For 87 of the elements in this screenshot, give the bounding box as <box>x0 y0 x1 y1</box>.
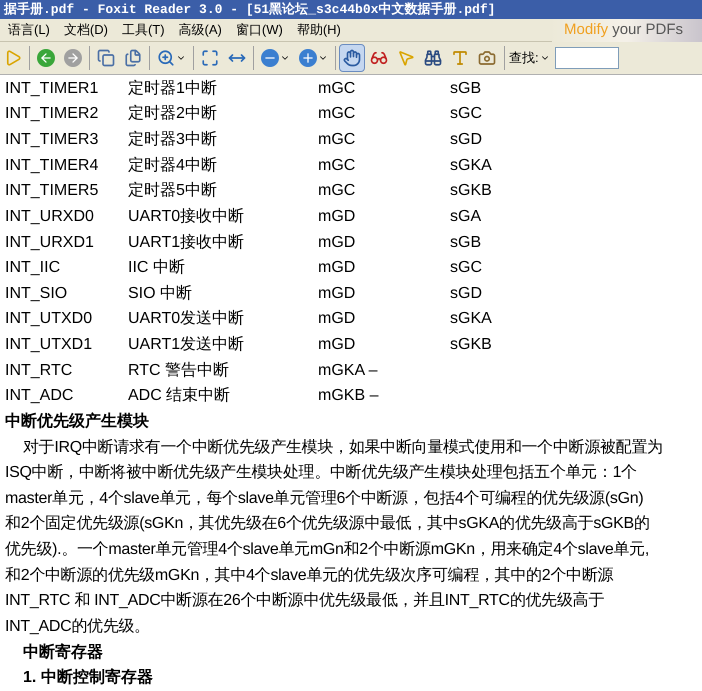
table-cell-text: sGD <box>450 284 483 304</box>
menu-item[interactable]: 窗口(W) <box>236 20 283 40</box>
table-cell-text: sGD <box>450 130 483 150</box>
banner-text: your PDFs <box>612 20 684 40</box>
zoom-in-icon <box>299 49 317 67</box>
table-cell-text: 定时器2中断 <box>128 104 218 124</box>
table-cell-text: sGA <box>450 206 482 227</box>
table-cell-text: SIO 中断 <box>128 284 194 304</box>
table-cell-text: sGB <box>450 78 482 99</box>
menu-item[interactable]: 帮助(H) <box>296 20 341 40</box>
camera-icon <box>478 49 496 67</box>
paragraph-line: master单元，4个slave单元，每个slave单元管理6个中断源，包括4个可编程的优先级源(sGn) <box>5 488 644 509</box>
table-cell-text: 定时器5中断 <box>128 180 218 202</box>
zoom-out-icon <box>261 49 279 67</box>
pages-icon <box>124 49 142 67</box>
table-cell-text: UART0接收中断 <box>128 206 246 227</box>
menu-item[interactable]: 工具(T) <box>122 20 165 40</box>
binoculars-icon <box>424 49 442 67</box>
paragraph-line: ISQ中断，中断将被中断优先级产生模块处理。中断优先级产生模块处理包括五个单元：1个 <box>5 462 638 484</box>
pages-icon <box>97 49 115 67</box>
text-cursor-icon <box>451 49 469 67</box>
table-cell-text: INT_IIC <box>5 258 62 278</box>
table-cell-text: INT_SIO <box>5 284 68 304</box>
paragraph-line: 对于IRQ中断请求有一个中断优先级产生模块，如果中断向量模式使用和一个中断源被配置为 <box>22 438 664 458</box>
magnifier-icon <box>157 49 175 67</box>
table-cell-text: 定时器1中断 <box>128 78 218 99</box>
paragraph-line: 和2个中断源的优先级mGKn，其中4个slave单元的优先级次序可编程，其中的2个中断源 <box>5 566 614 586</box>
table-cell-text: INT_TIMER5 <box>5 181 100 202</box>
glasses-icon <box>370 49 388 67</box>
table-cell-text: INT_TIMER4 <box>5 156 100 176</box>
table-cell-text: ADC 结束中断 <box>128 386 232 406</box>
table-cell-text: UART1接收中断 <box>128 232 246 253</box>
table-cell-text: INT_URXD0 <box>5 206 95 227</box>
table-cell-text: mGC <box>318 104 356 124</box>
table-cell-text: UART0发送中断 <box>128 308 246 330</box>
table-cell-text: sGC <box>450 258 483 278</box>
table-cell-text: mGD <box>318 258 356 278</box>
table-cell-text: IIC 中断 <box>128 258 186 278</box>
table-cell-text: mGC <box>318 78 356 99</box>
menu-item[interactable]: 文档(D) <box>64 20 108 40</box>
window-title: 据手册.pdf - Foxit Reader 3.0 - [51黑论坛_s3c44b0x中文数据手册.pdf] <box>4 0 496 19</box>
hand-icon <box>343 49 361 67</box>
table-cell-text: INT_TIMER2 <box>5 104 100 124</box>
table-cell-text: mGD <box>318 309 356 330</box>
table-cell-text: sGKB <box>450 335 493 356</box>
toolbar-button[interactable] <box>339 44 365 72</box>
table-cell-text: mGKA – <box>318 360 379 381</box>
fit-page-icon <box>201 49 219 67</box>
banner-highlight: Modify <box>564 20 608 40</box>
table-cell-text: INT_UTXD0 <box>5 309 94 330</box>
subheading: 1. 中断控制寄存器 <box>22 667 154 688</box>
table-cell-text: UART1发送中断 <box>128 334 246 356</box>
table-cell-text: INT_TIMER1 <box>5 78 100 99</box>
table-cell-text: RTC 警告中断 <box>128 360 230 381</box>
table-cell-text: INT_UTXD1 <box>5 335 94 356</box>
menu-item[interactable]: 高级(A) <box>178 20 222 40</box>
table-cell-text: mGC <box>318 156 356 176</box>
pointer-icon <box>397 49 415 67</box>
play-icon <box>4 49 22 67</box>
paragraph-line: INT_ADC的优先级。 <box>5 616 151 637</box>
table-cell-text: INT_URXD1 <box>5 232 95 253</box>
paragraph-line: INT_RTC 和 INT_ADC中断源在26个中断源中优先级最低，并且INT_RTC的优先级高于 <box>5 590 605 612</box>
subheading: 中断寄存器 <box>22 642 104 663</box>
table-cell-text: sGC <box>450 104 483 124</box>
table-cell-text: sGKA <box>450 156 493 176</box>
paragraph-line: 优先级).。一个master单元管理4个slave单元mGn和2个中断源mGKn，用来确定4个slave单元, <box>5 540 650 560</box>
menu-item[interactable]: 语言(L) <box>8 20 50 40</box>
table-cell-text: 定时器3中断 <box>128 130 218 150</box>
table-cell-text: sGB <box>450 232 482 253</box>
table-cell-text: mGD <box>318 232 356 253</box>
promo-banner[interactable]: Modify your PDFs <box>552 18 702 42</box>
table-cell-text: 定时器4中断 <box>128 156 218 176</box>
table-cell-text: mGKB – <box>318 386 380 406</box>
table-cell-text: INT_ADC <box>5 386 74 406</box>
table-cell-text: sGKA <box>450 309 493 330</box>
table-cell-text: mGD <box>318 335 356 356</box>
table-cell-text: mGD <box>318 284 356 304</box>
table-cell-text: INT_RTC <box>5 360 74 381</box>
table-cell-text: mGC <box>318 181 356 202</box>
table-cell-text: sGKB <box>450 181 493 202</box>
section-heading: 中断优先级产生模块 <box>5 411 150 432</box>
table-cell-text: mGC <box>318 130 356 150</box>
find-label: 查找: <box>509 49 539 68</box>
find-input[interactable] <box>554 47 619 69</box>
table-cell-text: mGD <box>318 206 356 227</box>
table-cell-text: INT_TIMER3 <box>5 130 100 150</box>
paragraph-line: 和2个固定优先级源(sGKn，其优先级在6个优先级源中最低，其中sGKA的优先级高于sGKB的 <box>5 514 651 534</box>
